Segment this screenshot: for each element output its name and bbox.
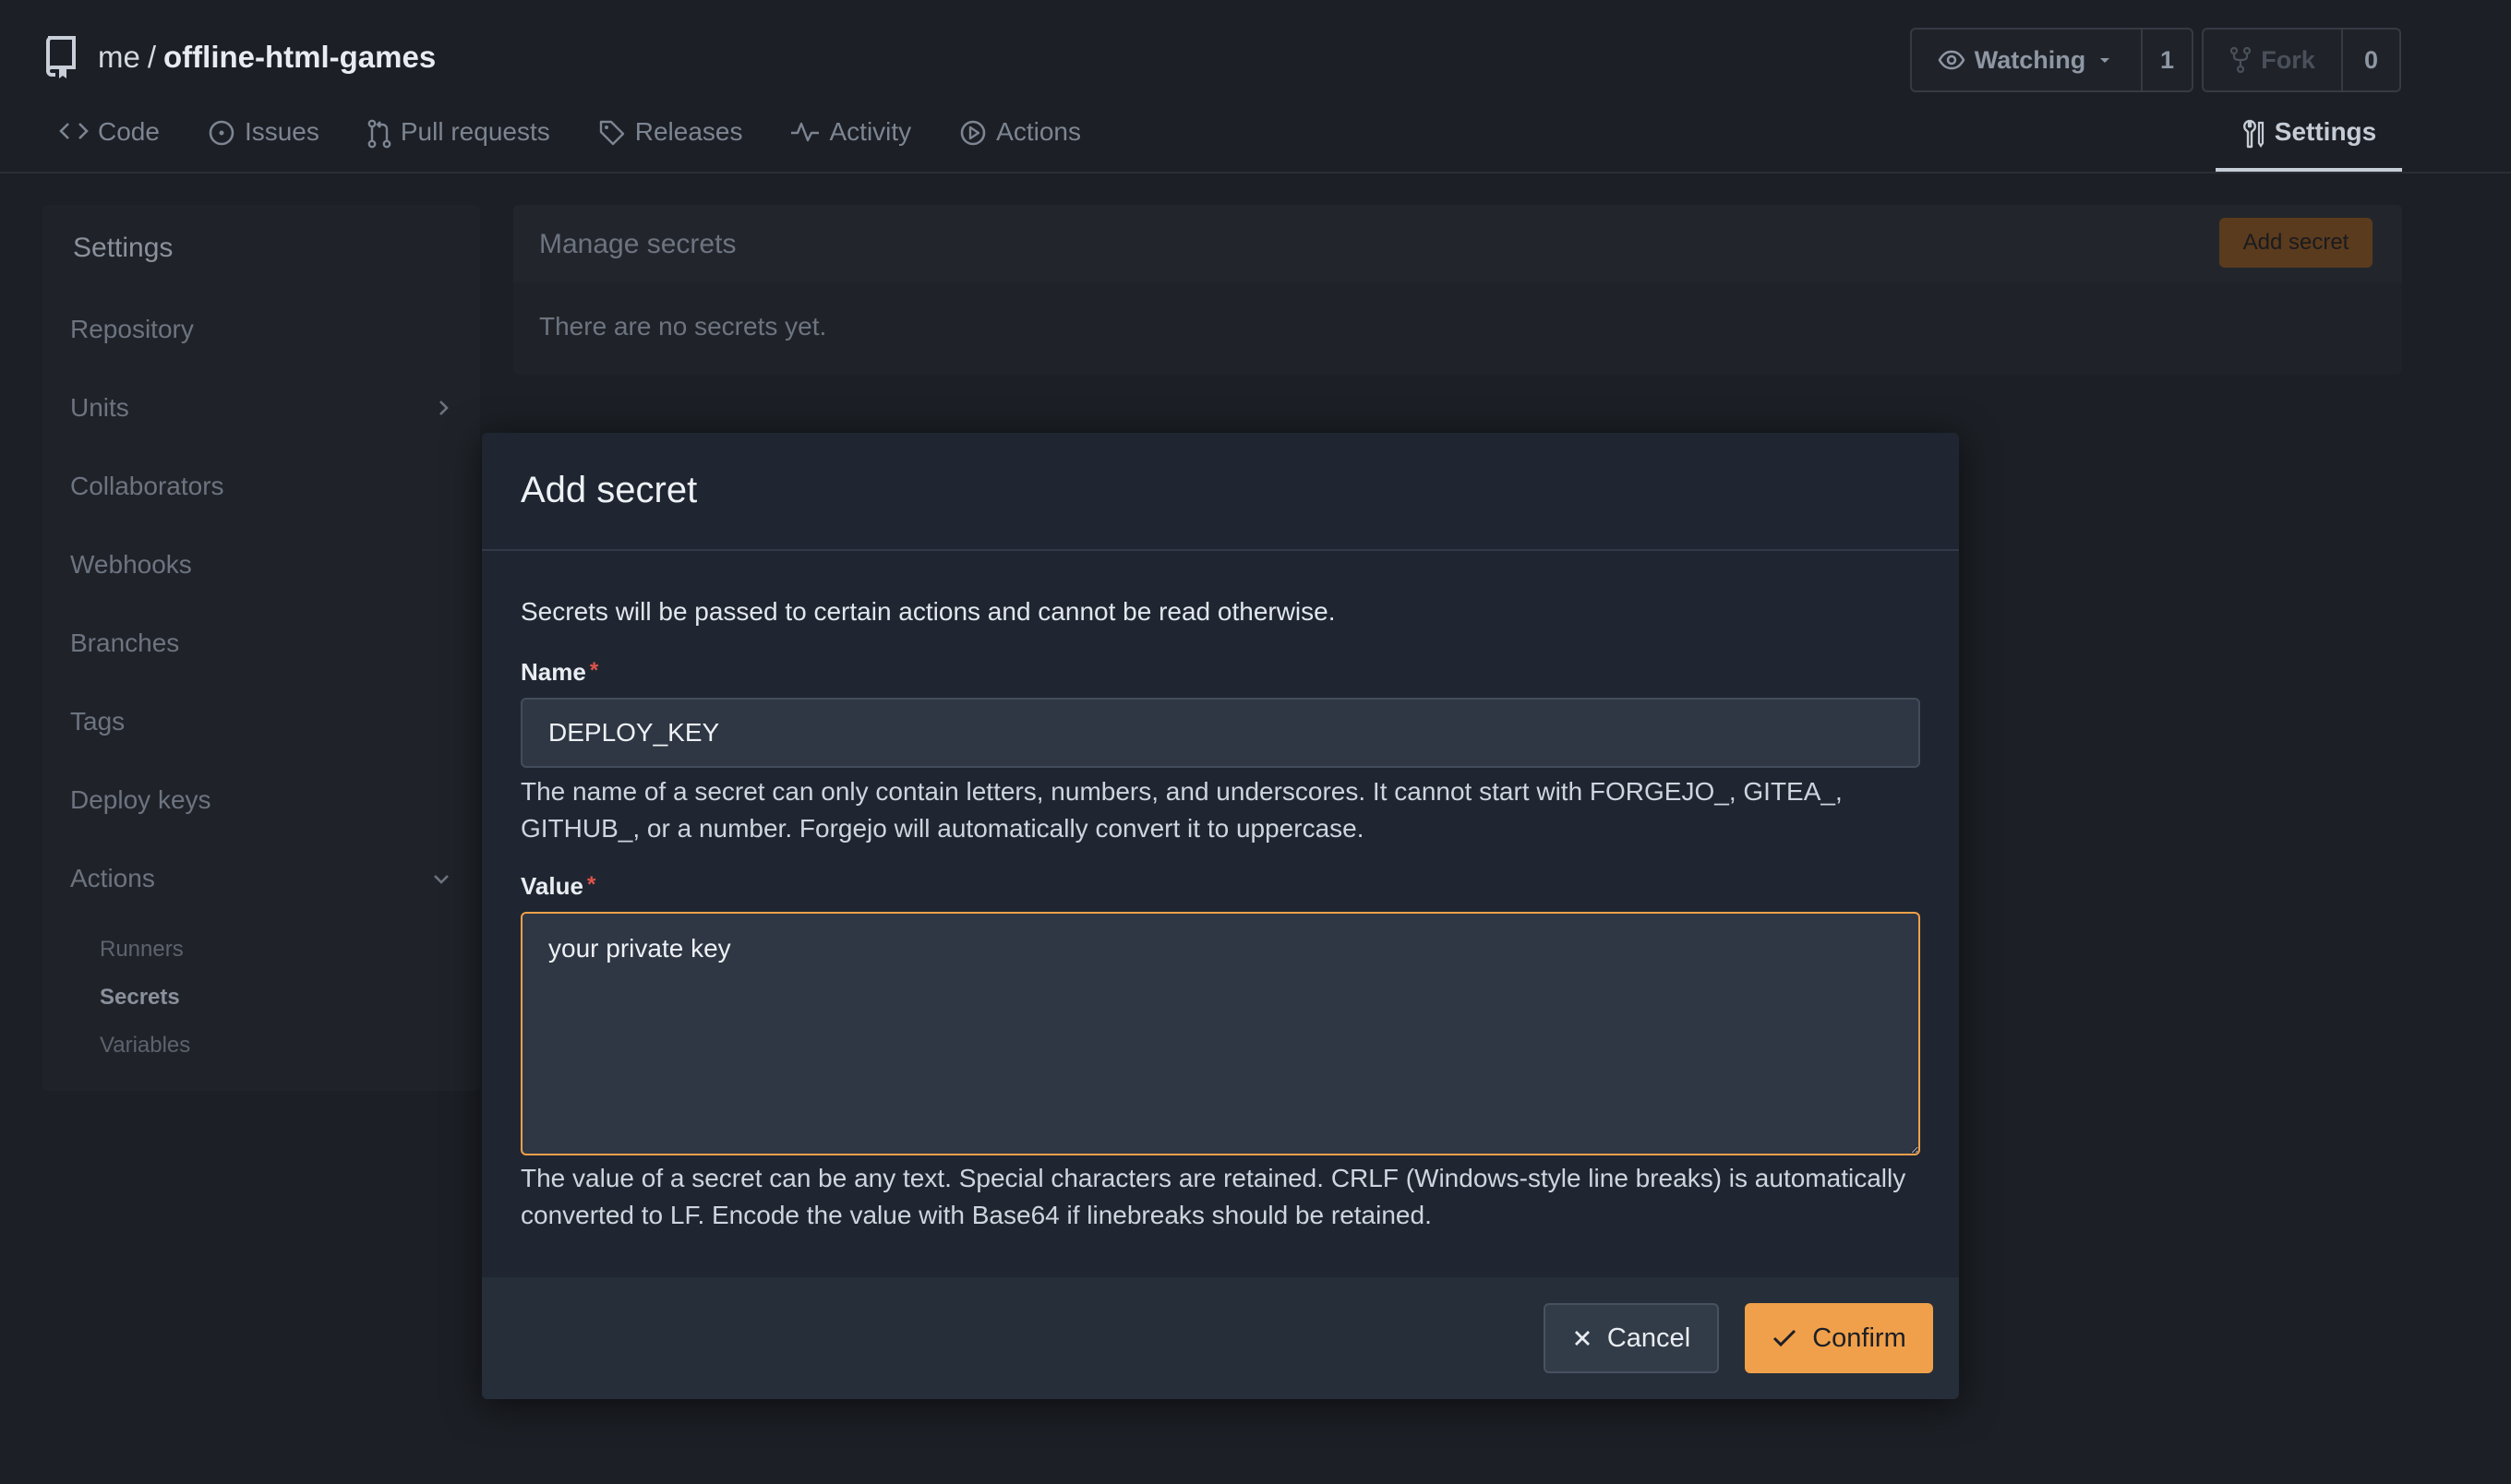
- check-icon: [1773, 1329, 1796, 1347]
- tab-settings[interactable]: Settings: [2216, 111, 2402, 172]
- tab-pull-requests[interactable]: Pull requests: [367, 111, 550, 172]
- play-icon: [960, 120, 986, 146]
- fork-label: Fork: [2261, 45, 2315, 74]
- sidebar-item-label: Units: [70, 393, 129, 422]
- confirm-label: Confirm: [1812, 1322, 1906, 1353]
- watch-button[interactable]: Watching: [1912, 30, 2143, 90]
- name-label-text: Name: [521, 658, 586, 686]
- sidebar-subitem-runners[interactable]: Runners: [100, 937, 184, 963]
- settings-sidebar: Settings Repository Units Collaborators …: [42, 205, 480, 1091]
- watch-label: Watching: [1974, 45, 2086, 74]
- sidebar-item-repository[interactable]: Repository: [70, 305, 452, 353]
- fork-icon: [2230, 47, 2252, 73]
- cancel-button[interactable]: Cancel: [1544, 1303, 1719, 1373]
- sidebar-item-label: Repository: [70, 315, 194, 343]
- value-field-label: Value *: [521, 872, 595, 901]
- sidebar-item-label: Branches: [70, 628, 180, 657]
- cancel-label: Cancel: [1606, 1322, 1691, 1353]
- tag-icon: [599, 120, 624, 146]
- tab-issues-label: Issues: [244, 117, 319, 146]
- tab-activity-label: Activity: [829, 117, 912, 146]
- sidebar-subitem-secrets[interactable]: Secrets: [100, 985, 180, 1011]
- fork-button[interactable]: Fork: [2204, 30, 2343, 90]
- tab-pull-requests-label: Pull requests: [400, 117, 550, 146]
- secret-name-input[interactable]: [521, 698, 1920, 768]
- modal-footer: Cancel Confirm: [482, 1277, 1959, 1399]
- tools-icon: [2242, 119, 2264, 149]
- sidebar-subitem-variables[interactable]: Variables: [100, 1033, 190, 1059]
- required-marker: *: [586, 872, 596, 897]
- repo-separator: /: [147, 40, 157, 74]
- tab-actions[interactable]: Actions: [959, 111, 1081, 172]
- modal-description: Secrets will be passed to certain action…: [521, 597, 1336, 626]
- pulse-icon: [791, 122, 820, 142]
- secrets-title: Manage secrets: [539, 229, 737, 259]
- sidebar-title: Settings: [73, 233, 174, 263]
- tab-code-label: Code: [98, 117, 160, 146]
- fork-button-group: Fork 0: [2202, 28, 2401, 92]
- required-marker: *: [589, 658, 599, 683]
- secret-value-textarea[interactable]: your private key: [521, 912, 1920, 1155]
- repo-name-link[interactable]: offline-html-games: [163, 40, 436, 75]
- code-icon: [59, 123, 89, 139]
- forks-count[interactable]: 0: [2343, 30, 2399, 90]
- tab-actions-label: Actions: [996, 117, 1081, 146]
- repo-owner-link[interactable]: me: [98, 40, 140, 75]
- repo-header: me / offline-html-games Watching 1 Fork …: [0, 0, 2511, 174]
- pull-request-icon: [367, 119, 391, 149]
- close-icon: [1574, 1331, 1590, 1346]
- confirm-button[interactable]: Confirm: [1745, 1303, 1933, 1373]
- eye-icon: [1938, 50, 1965, 70]
- secrets-panel-header: Manage secrets Add secret: [513, 205, 2402, 282]
- sidebar-item-label: Tags: [70, 707, 126, 736]
- tab-releases[interactable]: Releases: [598, 111, 743, 172]
- repo-title: me / offline-html-games: [42, 33, 436, 81]
- sidebar-item-collaborators[interactable]: Collaborators: [70, 462, 452, 510]
- name-field-label: Name *: [521, 658, 598, 687]
- repo-tabs: Code Issues Pull requests Releases Activ…: [59, 111, 1129, 172]
- modal-header: Add secret: [482, 433, 1959, 551]
- sidebar-item-deploy-keys[interactable]: Deploy keys: [70, 776, 452, 824]
- name-help-text: The name of a secret can only contain le…: [521, 777, 1843, 843]
- issue-icon: [209, 120, 234, 146]
- add-secret-button[interactable]: Add secret: [2219, 218, 2373, 268]
- repo-icon: [42, 36, 79, 78]
- sidebar-item-label: Webhooks: [70, 550, 192, 579]
- tab-releases-label: Releases: [634, 117, 743, 146]
- chevron-right-icon: [439, 401, 449, 415]
- secrets-panel: Manage secrets Add secret There are no s…: [513, 205, 2402, 375]
- value-help-text: The value of a secret can be any text. S…: [521, 1164, 1906, 1229]
- value-label-text: Value: [521, 872, 583, 900]
- sidebar-item-label: Deploy keys: [70, 785, 211, 814]
- caret-down-icon: [2100, 58, 2110, 63]
- empty-secrets-message: There are no secrets yet.: [539, 312, 827, 341]
- sidebar-item-tags[interactable]: Tags: [70, 698, 452, 746]
- chevron-down-icon: [434, 875, 449, 884]
- tab-activity[interactable]: Activity: [790, 111, 911, 172]
- tab-code[interactable]: Code: [59, 111, 160, 172]
- watchers-count[interactable]: 1: [2143, 30, 2192, 90]
- tab-issues[interactable]: Issues: [208, 111, 319, 172]
- sidebar-item-actions[interactable]: Actions: [70, 855, 452, 903]
- sidebar-item-units[interactable]: Units: [70, 384, 452, 432]
- add-secret-modal: Add secret Secrets will be passed to cer…: [482, 433, 1959, 1399]
- sidebar-item-branches[interactable]: Branches: [70, 619, 452, 667]
- modal-title: Add secret: [521, 470, 698, 510]
- sidebar-item-webhooks[interactable]: Webhooks: [70, 541, 452, 589]
- sidebar-item-label: Collaborators: [70, 472, 224, 500]
- sidebar-item-label: Actions: [70, 864, 155, 892]
- tab-settings-label: Settings: [2274, 117, 2377, 146]
- watch-button-group: Watching 1: [1910, 28, 2193, 92]
